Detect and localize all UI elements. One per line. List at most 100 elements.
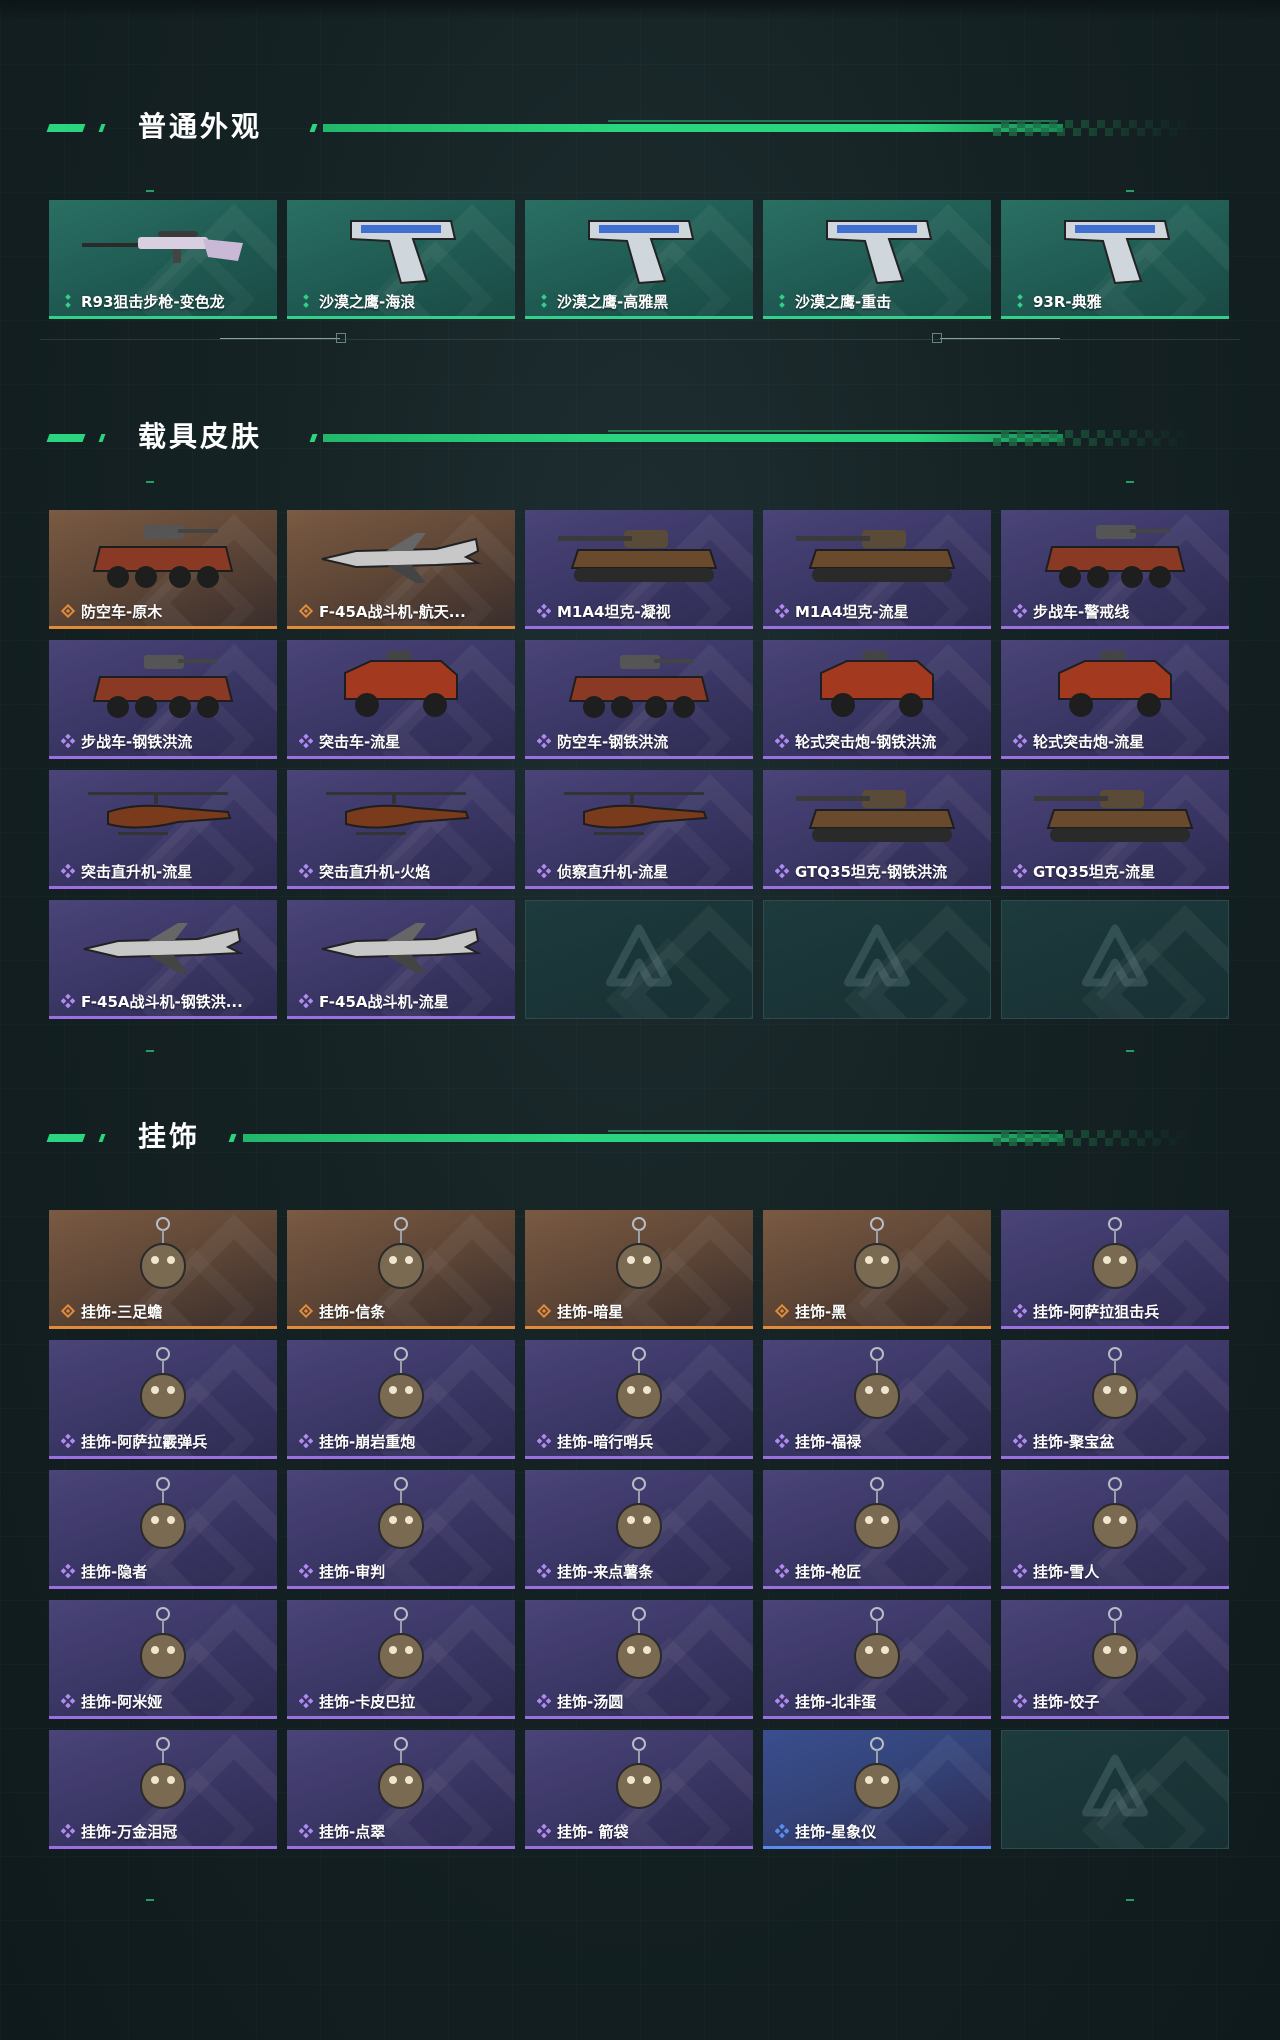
item-card[interactable]: F-45A战斗机-流星 xyxy=(287,900,515,1019)
rarity-green-icon xyxy=(775,294,789,308)
tick-mark xyxy=(1126,1050,1134,1052)
rarity-green-icon xyxy=(537,294,551,308)
item-card[interactable]: 挂饰-雪人 xyxy=(1001,1470,1229,1589)
item-card[interactable]: 挂饰-信条 xyxy=(287,1210,515,1329)
charm-icon xyxy=(1030,1476,1200,1558)
item-card[interactable]: R93狙击步枪-变色龙 xyxy=(49,200,277,319)
item-card[interactable]: GTQ35坦克-钢铁洪流 xyxy=(763,770,991,889)
item-card[interactable]: 步战车-警戒线 xyxy=(1001,510,1229,629)
item-card[interactable]: 轮式突击炮-钢铁洪流 xyxy=(763,640,991,759)
item-card[interactable]: 突击直升机-火焰 xyxy=(287,770,515,889)
item-card[interactable]: 挂饰-崩岩重炮 xyxy=(287,1340,515,1459)
item-card[interactable]: 突击车-流星 xyxy=(287,640,515,759)
item-card[interactable]: 挂饰-枪匠 xyxy=(763,1470,991,1589)
item-label-row: 挂饰-阿米娅 xyxy=(61,1691,271,1711)
item-card[interactable]: 挂饰-阿米娅 xyxy=(49,1600,277,1719)
item-card[interactable]: 挂饰-三足蟾 xyxy=(49,1210,277,1329)
item-card[interactable]: 挂饰-卡皮巴拉 xyxy=(287,1600,515,1719)
header-accent-small xyxy=(98,434,106,442)
item-card[interactable]: 挂饰-聚宝盆 xyxy=(1001,1340,1229,1459)
item-card[interactable]: 挂饰- 箭袋 xyxy=(525,1730,753,1849)
item-label: 挂饰-暗行哨兵 xyxy=(557,1432,654,1451)
item-card[interactable]: 挂饰-黑 xyxy=(763,1210,991,1329)
item-label: 挂饰-点翠 xyxy=(319,1822,386,1841)
header-progress-bar xyxy=(323,124,1063,132)
charm-icon xyxy=(1030,1606,1200,1688)
item-card[interactable]: M1A4坦克-流星 xyxy=(763,510,991,629)
item-card[interactable]: F-45A战斗机-钢铁洪... xyxy=(49,900,277,1019)
helicopter-icon xyxy=(316,776,486,858)
item-card[interactable]: 沙漠之鹰-海浪 xyxy=(287,200,515,319)
charm-icon xyxy=(1030,1346,1200,1428)
tank-icon xyxy=(792,516,962,598)
item-card[interactable]: 挂饰-阿萨拉霰弹兵 xyxy=(49,1340,277,1459)
item-label-row: 挂饰-饺子 xyxy=(1013,1691,1223,1711)
header-checker-pattern xyxy=(993,1130,1193,1146)
rarity-purple-icon xyxy=(299,1434,313,1448)
header-checker-pattern xyxy=(993,120,1193,136)
item-label-row: 突击直升机-流星 xyxy=(61,861,271,881)
header-progress-bar xyxy=(243,1134,1063,1142)
item-label: 沙漠之鹰-重击 xyxy=(795,292,892,311)
item-card[interactable]: 挂饰-汤圆 xyxy=(525,1600,753,1719)
rarity-purple-icon xyxy=(1013,1694,1027,1708)
item-card[interactable]: 挂饰-点翠 xyxy=(287,1730,515,1849)
header-accent xyxy=(46,1134,86,1142)
item-card[interactable]: 挂饰-阿萨拉狙击兵 xyxy=(1001,1210,1229,1329)
item-label-row: 挂饰-雪人 xyxy=(1013,1561,1223,1581)
item-card[interactable]: 突击直升机-流星 xyxy=(49,770,277,889)
item-label: 挂饰-暗星 xyxy=(557,1302,624,1321)
item-card[interactable]: 挂饰-饺子 xyxy=(1001,1600,1229,1719)
item-card[interactable]: 轮式突击炮-流星 xyxy=(1001,640,1229,759)
item-card[interactable]: 挂饰-福禄 xyxy=(763,1340,991,1459)
item-card[interactable]: 沙漠之鹰-高雅黑 xyxy=(525,200,753,319)
rarity-purple-icon xyxy=(537,1564,551,1578)
item-card[interactable]: 挂饰-隐者 xyxy=(49,1470,277,1589)
item-label-row: 挂饰-黑 xyxy=(775,1301,985,1321)
item-card[interactable]: 防空车-钢铁洪流 xyxy=(525,640,753,759)
item-card[interactable]: 挂饰-星象仪 xyxy=(763,1730,991,1849)
armored-car-icon xyxy=(78,646,248,728)
section-title: 普通外观 xyxy=(138,110,263,143)
item-card[interactable]: 挂饰-万金泪冠 xyxy=(49,1730,277,1849)
jeep-icon xyxy=(316,646,486,728)
charm-icon xyxy=(792,1736,962,1818)
item-label-row: 挂饰-三足蟾 xyxy=(61,1301,271,1321)
item-card[interactable]: 防空车-原木 xyxy=(49,510,277,629)
item-label-row: F-45A战斗机-航天... xyxy=(299,601,509,621)
item-card[interactable]: 挂饰-来点薯条 xyxy=(525,1470,753,1589)
item-card[interactable]: 挂饰-审判 xyxy=(287,1470,515,1589)
item-card[interactable]: 侦察直升机-流星 xyxy=(525,770,753,889)
jeep-icon xyxy=(1030,646,1200,728)
jeep-icon xyxy=(792,646,962,728)
item-card[interactable]: GTQ35坦克-流星 xyxy=(1001,770,1229,889)
charm-icon xyxy=(554,1346,724,1428)
item-label: 挂饰- 箭袋 xyxy=(557,1822,629,1841)
rarity-purple-icon xyxy=(1013,734,1027,748)
item-label: 挂饰-三足蟾 xyxy=(81,1302,163,1321)
rarity-purple-icon xyxy=(61,994,75,1008)
charm-icon xyxy=(316,1606,486,1688)
item-label: 挂饰-黑 xyxy=(795,1302,847,1321)
tank-icon xyxy=(554,516,724,598)
item-card[interactable]: 沙漠之鹰-重击 xyxy=(763,200,991,319)
charm-icon xyxy=(1030,1216,1200,1298)
item-card[interactable]: 步战车-钢铁洪流 xyxy=(49,640,277,759)
item-card[interactable]: 挂饰-北非蛋 xyxy=(763,1600,991,1719)
item-label: 突击车-流星 xyxy=(319,732,401,751)
rarity-orange-icon xyxy=(61,604,75,618)
item-card[interactable]: M1A4坦克-凝视 xyxy=(525,510,753,629)
item-card[interactable]: 93R-典雅 xyxy=(1001,200,1229,319)
item-label-row: 挂饰-审判 xyxy=(299,1561,509,1581)
rarity-purple-icon xyxy=(1013,1434,1027,1448)
header-thin-line xyxy=(608,120,1058,122)
charm-icon xyxy=(316,1476,486,1558)
header-thin-line xyxy=(608,1130,1058,1132)
item-card[interactable]: F-45A战斗机-航天... xyxy=(287,510,515,629)
item-label: 挂饰-来点薯条 xyxy=(557,1562,654,1581)
item-card[interactable]: 挂饰-暗行哨兵 xyxy=(525,1340,753,1459)
charm-icon xyxy=(792,1606,962,1688)
item-label: 挂饰-卡皮巴拉 xyxy=(319,1692,416,1711)
header-thin-line xyxy=(608,430,1058,432)
item-card[interactable]: 挂饰-暗星 xyxy=(525,1210,753,1329)
